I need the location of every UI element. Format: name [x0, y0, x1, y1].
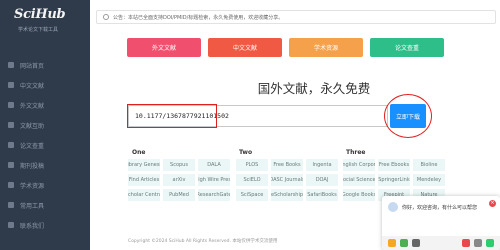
- button-label: 外文文献: [151, 45, 176, 52]
- plagiarism-check-button[interactable]: 论文查重: [370, 38, 444, 57]
- sidebar: SciHub 学术论文下载工具 网站首页 中文文献 外文文献 文献互助 论文查重…: [0, 0, 90, 250]
- button-label: 中文文献: [232, 45, 257, 52]
- mail-icon: [8, 222, 14, 228]
- reject-icon[interactable]: [462, 239, 470, 247]
- accept-icon[interactable]: [486, 239, 494, 247]
- sidebar-item-foreign[interactable]: 外文文献: [0, 95, 90, 115]
- sidebar-item-label: 中文文献: [20, 82, 45, 90]
- sidebar-item-tools[interactable]: 常用工具: [0, 195, 90, 215]
- resource-link[interactable]: Google Books: [343, 189, 375, 201]
- menu-icon[interactable]: [474, 239, 482, 247]
- chat-toolbar: [382, 236, 500, 250]
- emoji-icon[interactable]: [388, 239, 396, 247]
- notice-bar: 公告：本站已全面支持DOI/PMID/标题检索，永久免费使用，欢迎收藏分享。: [96, 10, 496, 24]
- footer-copyright: Copyright ©2024 SciHub All Rights Reserv…: [128, 239, 278, 244]
- sidebar-item-label: 网站首页: [20, 62, 45, 70]
- chat-message: 你好，欢迎咨询，有什么可以帮您: [402, 205, 478, 211]
- resource-link[interactable]: SciSpace: [236, 189, 268, 201]
- resource-link[interactable]: Free Books: [271, 159, 303, 171]
- button-label: 立即下载: [395, 113, 420, 121]
- sidebar-item-home[interactable]: 网站首页: [0, 55, 90, 75]
- resource-link[interactable]: Mendeley: [413, 174, 445, 186]
- group-title: Two: [239, 149, 253, 156]
- sidebar-item-label: 联系我们: [20, 222, 45, 230]
- button-label: 论文查重: [394, 45, 419, 52]
- sidebar-item-chinese[interactable]: 中文文献: [0, 75, 90, 95]
- resource-link[interactable]: Free Ebooks: [378, 159, 410, 171]
- check-icon: [8, 142, 14, 148]
- resource-link[interactable]: arXiv: [163, 174, 195, 186]
- notice-text: 公告：本站已全面支持DOI/PMID/标题检索，永久免费使用，欢迎收藏分享。: [113, 14, 284, 21]
- resource-link[interactable]: Scopus: [163, 159, 195, 171]
- sidebar-item-contact[interactable]: 联系我们: [0, 215, 90, 235]
- avatar: [388, 202, 398, 212]
- resource-link[interactable]: eScholarship: [271, 189, 303, 201]
- resource-link[interactable]: PLOS: [236, 159, 268, 171]
- sidebar-item-label: 文献互助: [20, 122, 45, 130]
- book-icon: [8, 182, 14, 188]
- sidebar-item-mutual[interactable]: 文献互助: [0, 115, 90, 135]
- sidebar-item-resources[interactable]: 学术资源: [0, 175, 90, 195]
- close-icon[interactable]: ×: [489, 200, 496, 207]
- resource-link[interactable]: SpringerLink: [378, 174, 410, 186]
- resource-link[interactable]: Library Genesis: [128, 159, 160, 171]
- foreign-literature-button[interactable]: 外文文献: [127, 38, 201, 57]
- resource-link[interactable]: English Corpora: [343, 159, 375, 171]
- resource-link[interactable]: Find Articles: [128, 174, 160, 186]
- sidebar-item-check[interactable]: 论文查重: [0, 135, 90, 155]
- group-title: One: [132, 149, 146, 156]
- logo-subtitle: 学术论文下载工具: [18, 27, 59, 33]
- page-title: 国外文献，永久免费: [257, 81, 371, 96]
- file-icon[interactable]: [412, 239, 420, 247]
- doi-search-input[interactable]: [128, 105, 388, 127]
- sidebar-item-label: 期刊投稿: [20, 162, 45, 170]
- home-icon: [8, 62, 14, 68]
- logo-text: SciHub: [14, 7, 66, 22]
- resource-link[interactable]: Bioline: [413, 159, 445, 171]
- sidebar-item-label: 常用工具: [20, 202, 45, 210]
- sidebar-item-label: 学术资源: [20, 182, 45, 190]
- chat-widget[interactable]: 你好，欢迎咨询，有什么可以帮您 ×: [382, 196, 500, 250]
- info-icon: [103, 14, 109, 20]
- resource-link[interactable]: SafariBooks: [306, 189, 338, 201]
- resource-link[interactable]: SciELO: [236, 174, 268, 186]
- resource-link[interactable]: Scholar Central: [128, 189, 160, 201]
- resource-link[interactable]: Ingenta: [306, 159, 338, 171]
- sidebar-item-label: 论文查重: [20, 142, 45, 150]
- sidebar-item-label: 外文文献: [20, 102, 45, 110]
- resource-link[interactable]: PubMed: [163, 189, 195, 201]
- chinese-literature-button[interactable]: 中文文献: [208, 38, 282, 57]
- logo[interactable]: SciHub: [14, 6, 66, 28]
- academic-resources-button[interactable]: 学术资源: [289, 38, 363, 57]
- users-icon: [8, 122, 14, 128]
- image-icon[interactable]: [400, 239, 408, 247]
- button-label: 学术资源: [313, 45, 338, 52]
- document-icon: [8, 82, 14, 88]
- send-icon: [8, 162, 14, 168]
- download-button[interactable]: 立即下载: [390, 104, 426, 128]
- resource-link[interactable]: Social Sciences: [343, 174, 375, 186]
- group-title: Three: [346, 149, 366, 156]
- resource-link[interactable]: DASC Journals: [271, 174, 303, 186]
- sidebar-item-submit[interactable]: 期刊投稿: [0, 155, 90, 175]
- resource-link[interactable]: DALA: [198, 159, 230, 171]
- resource-link[interactable]: ResearchGate: [198, 189, 230, 201]
- resource-link[interactable]: DOAJ: [306, 174, 338, 186]
- globe-icon: [8, 102, 14, 108]
- resource-link[interactable]: High Wire Press: [198, 174, 230, 186]
- wrench-icon: [8, 202, 14, 208]
